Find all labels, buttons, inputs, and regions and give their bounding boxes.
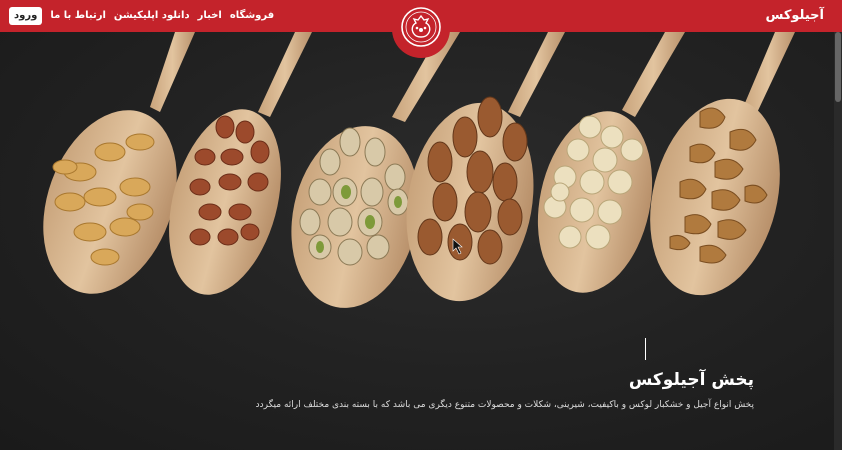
nav-contact[interactable]: ارتباط با ما	[50, 7, 106, 25]
page: پخش آجیلوکس پخش انواع آجیل و خشکبار لوکس…	[0, 0, 842, 450]
logo[interactable]	[392, 0, 450, 58]
brand-title[interactable]: آجیلوکس	[765, 0, 824, 32]
hero-section: پخش آجیلوکس پخش انواع آجیل و خشکبار لوکس…	[0, 32, 842, 450]
nav-download-app[interactable]: دانلود اپلیکیشن	[114, 7, 190, 25]
nav-news[interactable]: اخبار	[198, 7, 222, 25]
scrollbar-thumb[interactable]	[835, 32, 841, 102]
spoon-cashews	[43, 32, 195, 294]
login-button[interactable]: ورود	[9, 7, 43, 25]
nav-shop[interactable]: فروشگاه	[230, 7, 274, 25]
text-cursor	[645, 338, 646, 360]
hero-title: پخش آجیلوکس	[628, 370, 754, 390]
scrollbar[interactable]	[834, 32, 842, 450]
hero-subtitle: پخش انواع آجیل و خشکبار لوکس و باکیفیت، …	[255, 400, 754, 410]
pomegranate-logo-icon	[401, 7, 441, 47]
nav-menu: ورود ارتباط با ما دانلود اپلیکیشن اخبار …	[9, 6, 274, 26]
